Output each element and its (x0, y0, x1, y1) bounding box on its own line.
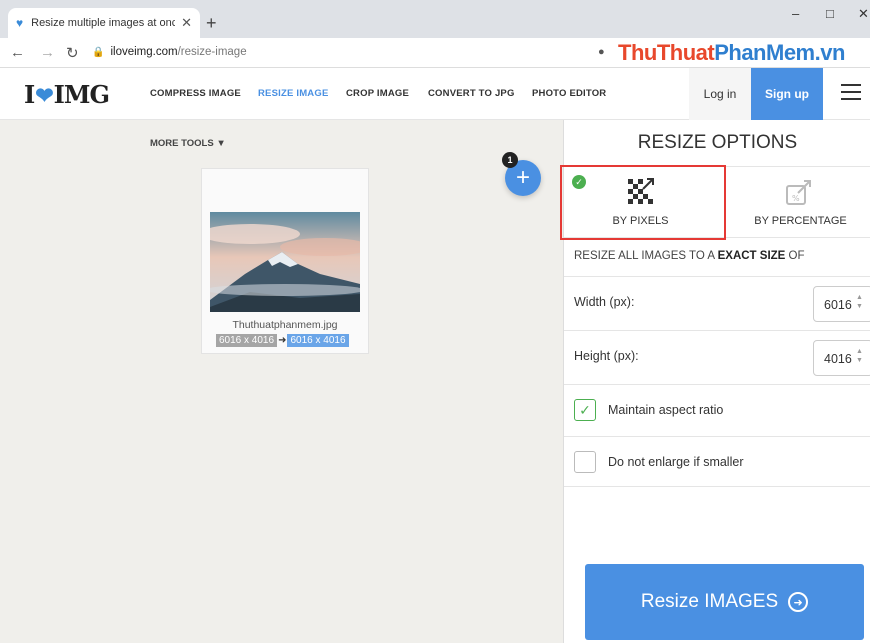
no-enlarge-row: Do not enlarge if smaller (564, 436, 870, 487)
nav-convert-to-jpg[interactable]: CONVERT TO JPG (428, 88, 515, 99)
resize-images-button[interactable]: Resize IMAGES ➜ (585, 564, 864, 640)
height-stepper-icon[interactable]: ▲ ▼ (856, 347, 863, 365)
maintain-aspect-row: ✓ Maintain aspect ratio (564, 384, 870, 436)
close-window-icon[interactable]: ✕ (858, 6, 869, 22)
signup-button[interactable]: Sign up (751, 68, 823, 120)
mode-by-percentage-label: BY PERCENTAGE (754, 215, 847, 227)
resize-button-label: Resize IMAGES (640, 591, 779, 612)
address-bar: ← → ↻ 🔒 iloveimg.com/resize-image ● ThuTh… (0, 38, 870, 68)
desc-suffix: OF (785, 250, 805, 262)
image-thumbnail (210, 212, 360, 312)
forward-arrow-icon[interactable]: → (40, 44, 55, 61)
iloveimg-logo[interactable]: I❤IMG (24, 80, 110, 109)
percentage-icon: % (786, 180, 811, 205)
new-tab-icon[interactable]: + (206, 13, 217, 34)
watermark-logo: ThuThuatPhanMem.vn (618, 40, 845, 66)
new-size: 6016 x 4016 (287, 334, 349, 347)
url-host: iloveimg.com (110, 46, 178, 58)
desc-prefix: RESIZE ALL IMAGES TO A (574, 250, 718, 262)
arrow-circle-right-icon: ➜ (788, 592, 809, 612)
maximize-icon[interactable]: □ (826, 6, 834, 21)
width-row: Width (px): 6016 ▲ ▼ (564, 276, 870, 328)
tab-title: Resize multiple images at once! (31, 17, 176, 29)
no-enlarge-checkbox[interactable] (574, 451, 596, 473)
more-tools-label: MORE TOOLS (150, 138, 214, 149)
panel-title: RESIZE OPTIONS (637, 132, 798, 153)
image-work-area: MORE TOOLS ▼ Thuthuatphanmem.jpg 6016 x … (0, 120, 563, 643)
arrow-right-icon: ➜ (278, 335, 287, 346)
maintain-aspect-label: Maintain aspect ratio (608, 403, 724, 417)
watermark-blue-text: PhanMem (714, 40, 815, 65)
logo-left-text: I (24, 80, 35, 109)
nav-crop-image[interactable]: CROP IMAGE (346, 88, 409, 99)
nav-compress-image[interactable]: COMPRESS IMAGE (150, 88, 241, 99)
file-card[interactable]: Thuthuatphanmem.jpg 6016 x 4016 ➜ 6016 x 4… (201, 168, 369, 354)
svg-text:%: % (792, 194, 800, 203)
width-input[interactable]: 6016 ▲ ▼ (813, 286, 870, 322)
url-path: /resize-image (177, 46, 247, 58)
no-enlarge-label: Do not enlarge if smaller (608, 455, 744, 469)
browser-tab[interactable]: ♥ Resize multiple images at once! ✕ (8, 8, 200, 38)
nav-resize-image[interactable]: RESIZE IMAGE (258, 88, 329, 99)
heart-favicon-icon: ♥ (16, 16, 24, 30)
login-button[interactable]: Log in (689, 68, 751, 120)
caret-down-icon: ▼ (216, 138, 226, 149)
height-input[interactable]: 4016 ▲ ▼ (813, 340, 870, 376)
mode-by-percentage[interactable]: % BY PERCENTAGE (730, 167, 870, 239)
extension-icon[interactable]: ● (598, 46, 605, 58)
minimize-icon[interactable]: – (792, 6, 799, 21)
heart-icon: ❤ (35, 83, 53, 109)
height-value: 4016 (824, 352, 852, 366)
desc-bold: EXACT SIZE (717, 250, 786, 262)
reload-icon[interactable]: ↻ (66, 44, 79, 62)
checkmark-icon: ✓ (579, 401, 591, 418)
resize-description: RESIZE ALL IMAGES TO A EXACT SIZE OF (574, 250, 805, 262)
height-row: Height (px): 4016 ▲ ▼ (564, 330, 870, 382)
nav-photo-editor[interactable]: PHOTO EDITOR (532, 88, 606, 99)
width-label: Width (px): (574, 295, 635, 309)
logo-right-text: IMG (53, 80, 110, 109)
watermark-suffix-text: .vn (814, 40, 846, 65)
more-tools-dropdown[interactable]: MORE TOOLS ▼ (150, 138, 226, 149)
resize-mode-selector: ✓ BY PIXELS % BY PERCENTAGE (560, 165, 870, 240)
url-field[interactable]: 🔒 iloveimg.com/resize-image (92, 46, 247, 58)
file-count-badge: 1 (502, 152, 518, 168)
hamburger-menu-icon[interactable] (841, 84, 861, 100)
width-value: 6016 (824, 298, 852, 312)
browser-tab-strip: ♥ Resize multiple images at once! ✕ + – … (0, 0, 870, 38)
lock-icon: 🔒 (92, 47, 105, 58)
maintain-aspect-checkbox[interactable]: ✓ (574, 399, 596, 421)
plus-icon: + (515, 164, 530, 191)
close-tab-icon[interactable]: ✕ (181, 15, 192, 31)
width-stepper-icon[interactable]: ▲ ▼ (856, 293, 863, 311)
back-arrow-icon[interactable]: ← (10, 44, 25, 61)
highlight-box (560, 165, 726, 240)
resize-options-panel: RESIZE OPTIONS ✓ BY PIXELS % BY PERCENTA… (560, 120, 870, 643)
file-name: Thuthuatphanmem.jpg (232, 319, 338, 331)
site-header: I❤IMG COMPRESS IMAGE RESIZE IMAGE CROP I… (0, 68, 870, 120)
watermark-red-text: ThuThuat (618, 40, 715, 65)
height-label: Height (px): (574, 349, 639, 363)
original-size: 6016 x 4016 (216, 334, 278, 347)
file-dimensions: 6016 x 4016 ➜ 6016 x 4016 (216, 334, 349, 347)
